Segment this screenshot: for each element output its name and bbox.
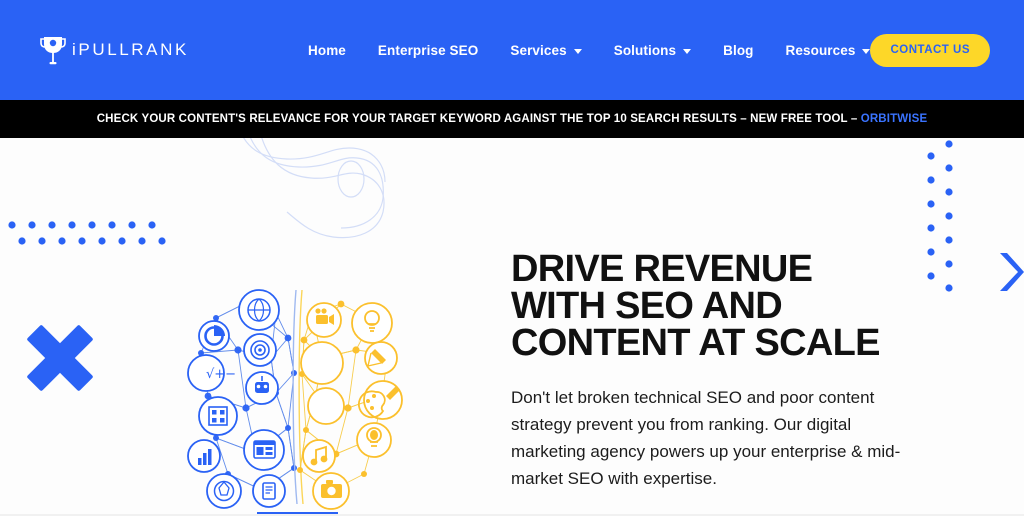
nav-label: Enterprise SEO bbox=[377, 42, 479, 58]
logo-text: iPULLRANK bbox=[72, 40, 189, 59]
chevron-down-icon bbox=[862, 48, 871, 54]
contact-us-button[interactable]: CONTACT US bbox=[870, 34, 990, 67]
hero-copy: DRIVE REVENUE WITH SEO AND CONTENT AT SC… bbox=[511, 248, 931, 516]
nav-item-services[interactable]: Services bbox=[494, 43, 597, 58]
nav-label: Blog bbox=[723, 42, 754, 58]
orbitwise-link[interactable]: ORBITWISE bbox=[861, 113, 928, 125]
x-mark-decoration bbox=[22, 320, 98, 396]
chevron-down-icon bbox=[683, 48, 692, 54]
announcement-text: CHECK YOUR CONTENT'S RELEVANCE FOR YOUR … bbox=[97, 113, 928, 125]
brain-illustration[interactable]: √+− bbox=[176, 278, 411, 516]
site-header: iPULLRANK Home Enterprise SEO Services S… bbox=[0, 0, 1024, 100]
nav-item-blog[interactable]: Blog bbox=[707, 43, 769, 58]
nav-label: Solutions bbox=[613, 42, 677, 58]
svg-text:√+−: √+− bbox=[206, 367, 236, 382]
nav-item-home[interactable]: Home bbox=[292, 43, 362, 58]
topographic-lines bbox=[243, 138, 386, 239]
trophy-icon bbox=[40, 37, 66, 65]
chevron-arrow-decoration bbox=[1000, 253, 1024, 291]
chevron-down-icon bbox=[573, 48, 582, 54]
dot-grid-left bbox=[8, 221, 166, 245]
nav-item-enterprise-seo[interactable]: Enterprise SEO bbox=[362, 43, 494, 58]
nav-item-solutions[interactable]: Solutions bbox=[598, 43, 707, 58]
nav-label: Home bbox=[308, 42, 346, 58]
hero-headline: DRIVE REVENUE WITH SEO AND CONTENT AT SC… bbox=[511, 248, 880, 364]
hero-section: √+− DRIVE REVENUE WITH SEO AND CONTENT A… bbox=[0, 138, 1024, 516]
nav-item-resources[interactable]: Resources bbox=[770, 43, 887, 58]
announcement-message: CHECK YOUR CONTENT'S RELEVANCE FOR YOUR … bbox=[96, 113, 861, 125]
announcement-bar: CHECK YOUR CONTENT'S RELEVANCE FOR YOUR … bbox=[0, 100, 1024, 138]
logo[interactable]: iPULLRANK bbox=[40, 35, 230, 65]
nav-label: Services bbox=[510, 42, 567, 58]
hero-paragraph: Don't let broken technical SEO and poor … bbox=[511, 388, 901, 488]
nav-label: Resources bbox=[785, 42, 856, 58]
brain-graphic: √+− bbox=[187, 289, 403, 510]
